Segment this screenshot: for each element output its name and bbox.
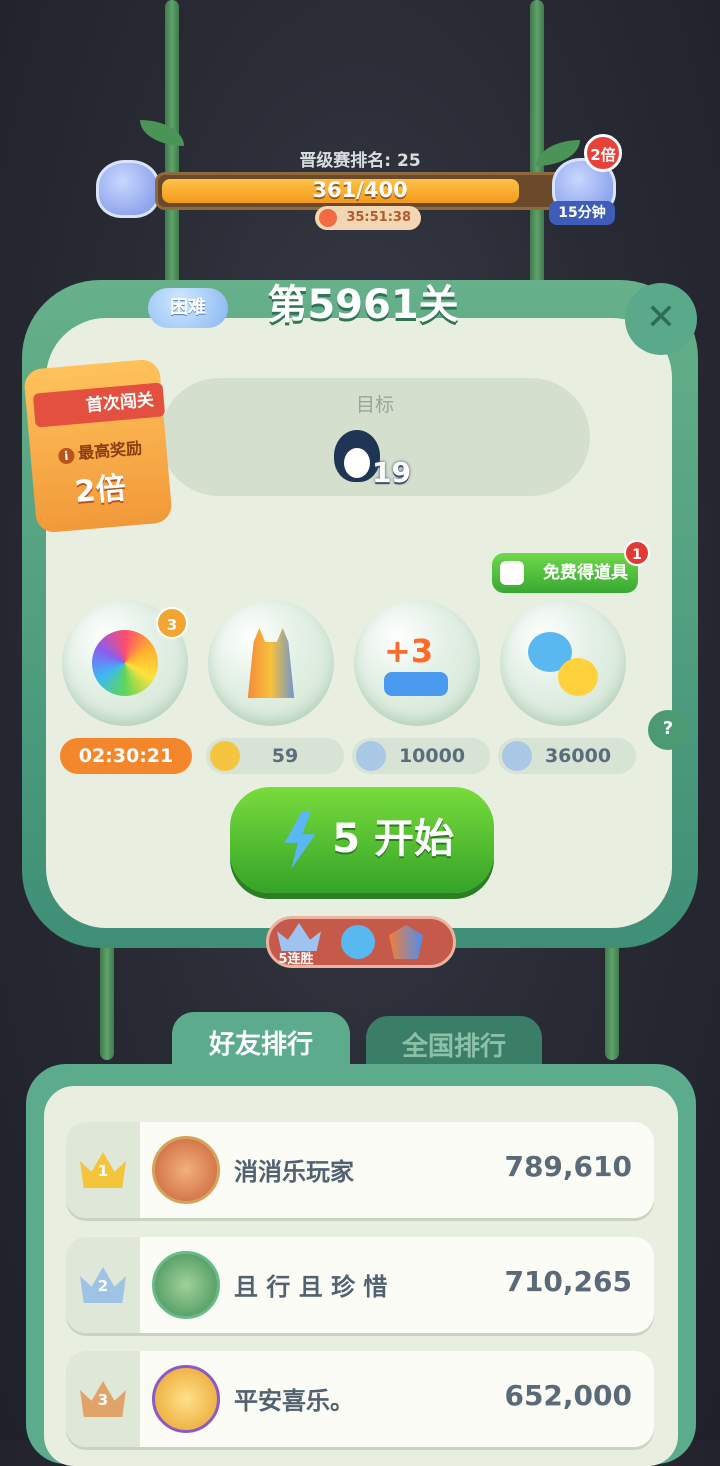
reward-bag-icon[interactable]	[96, 160, 160, 218]
rank-number: 2	[97, 1277, 109, 1295]
animal-icon	[341, 925, 375, 959]
rank-cell: 1	[66, 1122, 140, 1218]
vine-right	[530, 0, 544, 290]
penguin-belly	[344, 448, 370, 478]
price-value: 59	[271, 745, 299, 767]
avatar[interactable]	[152, 1136, 220, 1204]
silver-coin-icon	[502, 741, 532, 771]
avatar[interactable]	[152, 1365, 220, 1433]
rank-cell: 3	[66, 1351, 140, 1447]
price-value: 36000	[544, 745, 612, 767]
level-title: 第5961关	[267, 282, 459, 328]
close-button[interactable]: ✕	[625, 283, 697, 355]
swap-arrows-icon	[384, 672, 448, 696]
silver-coin-icon	[356, 741, 386, 771]
progress-text: 361/400	[312, 178, 408, 202]
question-icon: ?	[662, 718, 674, 739]
clock-icon	[319, 209, 337, 227]
vine-lower-left	[100, 940, 114, 1060]
streak-label: 5连胜	[278, 952, 314, 967]
help-button[interactable]: ?	[648, 710, 688, 750]
free-items-badge: 1	[624, 540, 650, 566]
price-value: 10000	[398, 745, 466, 767]
booster-price: 10000	[352, 738, 490, 774]
start-label: 5 开始	[332, 816, 454, 862]
booster-price: 59	[206, 738, 344, 774]
free-items-button[interactable]: 免费得道具	[492, 553, 638, 593]
leaderboard-row[interactable]: 1 消消乐玩家 789,610	[66, 1122, 654, 1218]
booster-animal-swap[interactable]	[500, 600, 626, 726]
vine-lower-right	[605, 940, 619, 1060]
crown-icon	[277, 923, 321, 951]
rank-cell: 2	[66, 1237, 140, 1333]
goal-count: 19	[372, 456, 411, 489]
rainbow-bird-icon	[92, 630, 158, 696]
close-icon: ✕	[645, 297, 677, 338]
plus-3-steps-icon: +3	[384, 632, 434, 670]
free-items-label: 免费得道具	[543, 563, 628, 583]
booster-timer: 02:30:21	[60, 738, 192, 774]
player-name: 平安喜乐。	[234, 1387, 354, 1415]
booster-count-badge: 3	[156, 607, 188, 639]
leaderboard-row[interactable]: 3 平安喜乐。 652,000	[66, 1351, 654, 1447]
rocket-icon	[247, 628, 295, 698]
leaderboard-row[interactable]: 2 且 行 且 珍 惜 710,265	[66, 1237, 654, 1333]
tournament-progress-bar: 361/400	[155, 172, 565, 210]
start-button[interactable]: 5 开始	[230, 787, 494, 893]
chick-icon	[558, 658, 598, 696]
video-icon	[500, 561, 524, 585]
booster-plus-3-steps[interactable]: +3	[354, 600, 480, 726]
gold-coin-icon	[210, 741, 240, 771]
tournament-timer: 35:51:38	[315, 206, 421, 230]
rank-number: 3	[97, 1391, 109, 1409]
player-name: 消消乐玩家	[234, 1158, 354, 1186]
rank-number: 1	[97, 1162, 109, 1180]
rocket-icon	[389, 925, 423, 959]
info-icon: i	[57, 447, 76, 465]
difficulty-badge: 困难	[148, 288, 228, 328]
player-name: 且 行 且 珍 惜	[234, 1273, 388, 1301]
multiplier-badge: 2倍	[584, 134, 622, 172]
bonus-time-label: 15分钟	[549, 201, 615, 225]
avatar[interactable]	[152, 1251, 220, 1319]
lightning-icon	[284, 811, 316, 869]
timer-text: 35:51:38	[346, 210, 411, 225]
booster-rocket[interactable]	[208, 600, 334, 726]
booster-price: 36000	[498, 738, 636, 774]
player-score: 710,265	[504, 1265, 632, 1298]
goal-label: 目标	[355, 394, 394, 416]
player-score: 652,000	[504, 1379, 632, 1412]
player-score: 789,610	[504, 1150, 632, 1183]
